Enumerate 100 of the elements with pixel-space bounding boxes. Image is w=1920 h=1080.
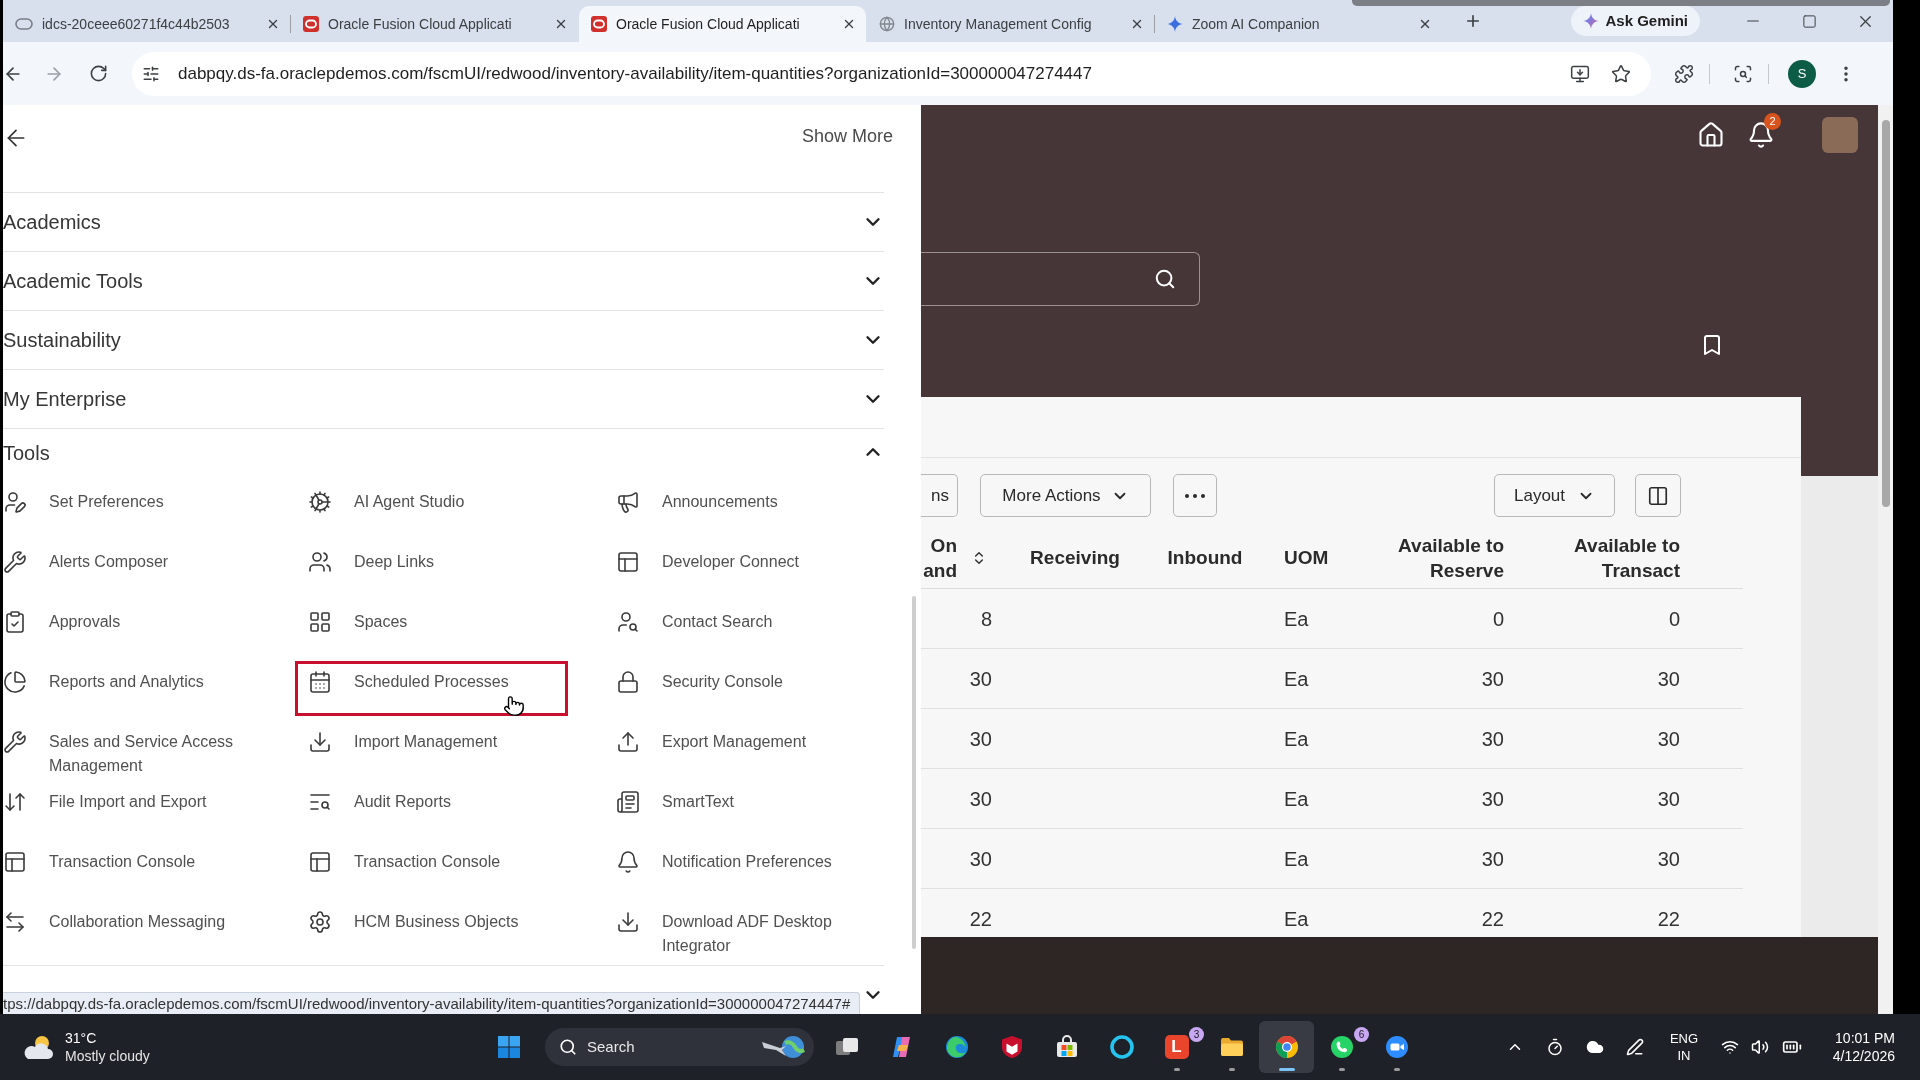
maximize-icon[interactable] — [1801, 13, 1817, 29]
menu-item[interactable]: Audit Reports — [308, 790, 451, 814]
menu-item[interactable]: Announcements — [616, 490, 778, 514]
browser-tab[interactable]: Oracle Fusion Cloud Applicati — [291, 6, 578, 42]
browser-tab[interactable]: Oracle Fusion Cloud Applicati — [579, 6, 866, 42]
panel-icon — [3, 850, 27, 874]
menu-item[interactable]: File Import and Export — [3, 790, 207, 814]
menu-item[interactable]: Deep Links — [308, 550, 435, 574]
menu-item[interactable]: Developer Connect — [616, 550, 799, 574]
menu-item[interactable]: Set Preferences — [3, 490, 164, 514]
left-right-arrows-icon — [3, 910, 27, 934]
table-cell-text: Ea — [1284, 906, 1309, 932]
reload-icon[interactable] — [89, 64, 108, 83]
search-icon[interactable] — [1154, 268, 1176, 290]
wave-logo-icon — [944, 1035, 969, 1059]
column-header: On and — [922, 533, 957, 583]
video-camera-icon — [1384, 1035, 1409, 1059]
column-header: UOM — [1284, 546, 1329, 570]
profile-avatar[interactable]: S — [1788, 59, 1816, 88]
clock-time: 10:01 PM — [1835, 1029, 1895, 1047]
megaphone-icon — [616, 490, 640, 514]
menu-item[interactable]: Contact Search — [616, 610, 773, 634]
menu-item[interactable]: Transaction Console — [3, 850, 196, 874]
browser-tab[interactable]: Inventory Management Config — [867, 6, 1154, 42]
calendar-icon — [308, 670, 332, 694]
taskbar-app-button[interactable] — [1259, 1021, 1314, 1073]
accordion-header[interactable]: Sustainability — [3, 310, 884, 369]
accordion-header[interactable]: Academic Tools — [3, 251, 884, 310]
folder-icon — [1219, 1035, 1244, 1059]
menu-item[interactable]: SmartText — [616, 790, 734, 814]
download-icon — [616, 910, 640, 934]
menu-item[interactable]: HCM Business Objects — [308, 910, 519, 934]
layout-button[interactable]: Layout — [1494, 474, 1615, 517]
site-info-icon[interactable] — [142, 64, 160, 83]
tab-search-icon[interactable] — [1733, 63, 1753, 84]
logo-icon — [303, 16, 319, 32]
home-icon[interactable] — [1697, 121, 1725, 149]
new-tab-icon[interactable] — [1464, 12, 1482, 30]
menu-item[interactable]: Reports and Analytics — [3, 670, 204, 694]
table-cell-text: 30 — [969, 786, 992, 812]
cloud-icon[interactable] — [1586, 1038, 1604, 1056]
address-bar[interactable]: dabpqy.ds-fa.oraclepdemos.com/fscmUI/redwood/inventory-availability/item-quantities?organizationId=300000047274447 — [132, 51, 1651, 96]
menu-item[interactable]: Alerts Composer — [3, 550, 169, 574]
weather-condition: Mostly cloudy — [65, 1047, 150, 1065]
stopwatch-icon[interactable] — [1546, 1038, 1564, 1056]
columns-button[interactable] — [1635, 474, 1681, 517]
four-squares-icon[interactable] — [497, 1035, 521, 1059]
up-down-arrows-icon — [3, 790, 27, 814]
more-actions-button[interactable]: More Actions — [980, 474, 1151, 517]
menu-item[interactable]: Import Management — [308, 730, 498, 754]
speaker-icon[interactable] — [1751, 1038, 1769, 1056]
browser-tab[interactable]: Zoom AI Companion — [1155, 6, 1442, 42]
puzzle-icon[interactable] — [1674, 63, 1694, 84]
search-field[interactable] — [921, 252, 1200, 306]
accordion-header[interactable]: Tools — [3, 428, 884, 472]
grid-icon — [308, 610, 332, 634]
table-cell-text: 30 — [1657, 726, 1680, 752]
accordion-header[interactable]: Academics — [3, 192, 884, 251]
close-icon[interactable] — [842, 17, 856, 31]
table-cell-text: 30 — [1481, 726, 1504, 752]
close-icon[interactable] — [1418, 17, 1432, 31]
taskbar-app-button[interactable]: 6 — [1314, 1021, 1369, 1073]
person-pencil-icon — [3, 490, 27, 514]
gemini-button[interactable]: Ask Gemini — [1571, 6, 1700, 36]
menu-item[interactable]: Approvals — [3, 610, 121, 634]
upload-icon — [616, 730, 640, 754]
menu-item[interactable]: Collaboration Messaging — [3, 910, 226, 934]
table-cell-text: Ea — [1284, 726, 1309, 752]
sun-cloud-icon[interactable] — [22, 1033, 56, 1061]
notification-badge: 6 — [1354, 1027, 1369, 1042]
menu-item[interactable]: Scheduled Processes — [295, 661, 568, 716]
toolbar-button[interactable]: ns — [921, 474, 958, 517]
menu-item[interactable]: Download ADF Desktop Integrator — [616, 910, 862, 958]
menu-item[interactable]: Export Management — [616, 730, 807, 754]
close-icon[interactable] — [266, 17, 280, 31]
close-icon[interactable] — [554, 17, 568, 31]
show-more-link[interactable]: Show More — [801, 125, 893, 147]
panel-icon — [616, 550, 640, 574]
table-cell-text: 22 — [1481, 906, 1504, 932]
temperature-text: 31°C — [65, 1029, 98, 1047]
accordion-header[interactable]: My Enterprise — [3, 369, 884, 428]
menu-item[interactable]: Security Console — [616, 670, 783, 694]
taskbar-app-button[interactable]: L 3 — [1149, 1021, 1204, 1073]
table-cell-text: 22 — [1657, 906, 1680, 932]
taskbar-search-field[interactable]: Search — [545, 1028, 814, 1066]
menu-item[interactable]: Sales and Service Access Management — [3, 730, 249, 778]
scrollbar-thumb[interactable] — [1881, 120, 1890, 507]
menu-item[interactable]: Spaces — [308, 610, 408, 634]
star-icon[interactable] — [1611, 63, 1631, 84]
install-icon[interactable] — [1570, 63, 1590, 84]
url-text: dabpqy.ds-fa.oraclepdemos.com/fscmUI/redwood/inventory-availability/item-quantities?organizationId=300000047274447 — [178, 62, 1092, 85]
browser-tab[interactable]: idcs-20ceee60271f4c44b2503 — [3, 6, 290, 42]
close-icon[interactable] — [1130, 17, 1144, 31]
newspaper-icon — [616, 790, 640, 814]
wifi-icon[interactable] — [1721, 1038, 1739, 1056]
menu-item[interactable]: AI Agent Studio — [308, 490, 465, 514]
menu-item[interactable]: Notification Preferences — [616, 850, 832, 874]
table-cell-text: 30 — [969, 846, 992, 872]
pen-icon[interactable] — [1626, 1038, 1644, 1056]
menu-item[interactable]: Transaction Console — [308, 850, 501, 874]
